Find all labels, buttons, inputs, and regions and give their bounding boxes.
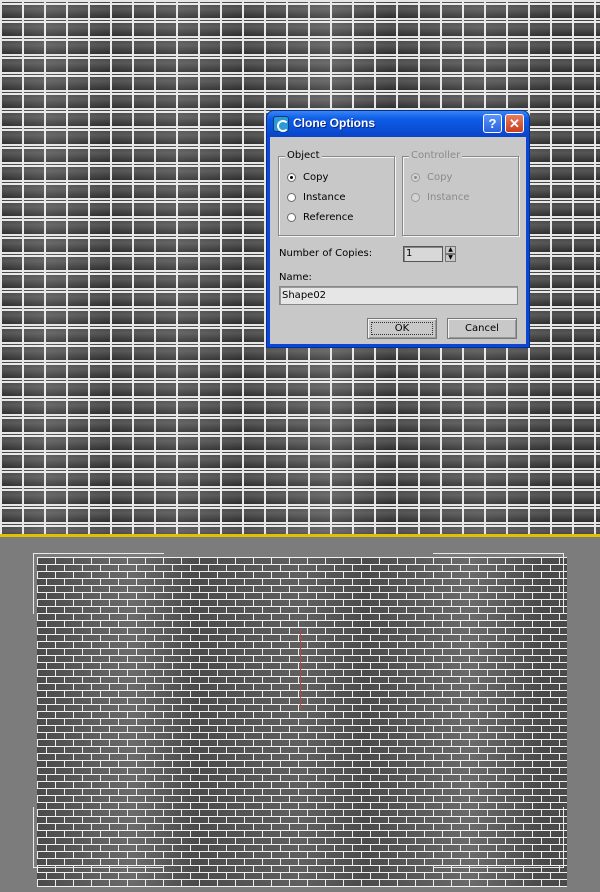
brick-row — [0, 90, 600, 108]
dialog-body: Object Copy Instance Reference Controlle… — [270, 137, 526, 344]
dialog-titlebar[interactable]: Clone Options ? ✕ — [267, 111, 529, 137]
help-button[interactable]: ? — [483, 114, 502, 133]
brick-row — [37, 718, 567, 725]
brick-row — [37, 634, 567, 641]
brick-row — [0, 432, 600, 450]
close-button[interactable]: ✕ — [505, 114, 524, 133]
brick-row — [37, 711, 567, 718]
brick-row — [37, 683, 567, 690]
brick-row — [0, 0, 600, 18]
brick-row — [0, 72, 600, 90]
controller-group: Controller Copy Instance — [402, 150, 519, 236]
app-icon — [273, 116, 289, 132]
object-instance-radio[interactable] — [287, 192, 296, 202]
object-reference-label: Reference — [303, 211, 354, 223]
selection-bracket-top-left — [33, 553, 164, 614]
brick-row — [0, 522, 600, 534]
selection-axis-line — [300, 629, 301, 709]
controller-copy-label: Copy — [427, 171, 453, 183]
name-input[interactable]: Shape02 — [279, 286, 518, 305]
brick-row — [37, 872, 567, 879]
copies-spinner: 1 ▲ ▼ — [403, 246, 457, 262]
brick-row — [37, 732, 567, 739]
object-group-legend: Object — [285, 150, 322, 161]
brick-row — [37, 627, 567, 634]
object-group: Object Copy Instance Reference — [278, 150, 395, 236]
brick-row — [37, 746, 567, 753]
brick-row — [37, 795, 567, 802]
brick-row — [37, 753, 567, 760]
object-reference-radio[interactable] — [287, 212, 296, 222]
brick-row — [37, 655, 567, 662]
brick-row — [37, 774, 567, 781]
brick-row — [0, 450, 600, 468]
brick-row — [0, 504, 600, 522]
object-copy-radio[interactable] — [287, 172, 296, 182]
controller-group-legend: Controller — [409, 150, 463, 161]
controller-instance-option[interactable]: Instance — [411, 190, 470, 204]
brick-row — [37, 879, 567, 886]
controller-copy-option[interactable]: Copy — [411, 170, 452, 184]
brick-row — [0, 360, 600, 378]
brick-row — [37, 690, 567, 697]
clone-options-dialog: Clone Options ? ✕ Object Copy Instance R… — [267, 111, 529, 347]
spinner-up-arrow-icon[interactable]: ▲ — [445, 246, 456, 254]
brick-row — [37, 648, 567, 655]
brick-row — [37, 788, 567, 795]
brick-row — [37, 781, 567, 788]
brick-row — [37, 662, 567, 669]
object-copy-option[interactable]: Copy — [287, 170, 328, 184]
copies-input[interactable]: 1 — [403, 246, 443, 262]
brick-row — [37, 767, 567, 774]
brick-row — [0, 54, 600, 72]
brick-row — [37, 613, 567, 620]
object-instance-label: Instance — [303, 191, 346, 203]
brick-row — [37, 704, 567, 711]
copies-label: Number of Copies: — [279, 248, 373, 259]
brick-row — [37, 676, 567, 683]
controller-instance-label: Instance — [427, 191, 470, 203]
object-copy-label: Copy — [303, 171, 329, 183]
brick-row — [0, 18, 600, 36]
cancel-button[interactable]: Cancel — [447, 318, 517, 339]
selection-bracket-top-right — [433, 553, 564, 614]
object-instance-option[interactable]: Instance — [287, 190, 346, 204]
brick-row — [37, 725, 567, 732]
brick-row — [0, 414, 600, 432]
focus-ring — [371, 322, 433, 335]
object-reference-option[interactable]: Reference — [287, 210, 353, 224]
brick-row — [37, 760, 567, 767]
name-label: Name: — [279, 272, 312, 283]
selection-bracket-bottom-right — [433, 807, 564, 868]
brick-row — [0, 36, 600, 54]
ok-button[interactable]: OK — [367, 318, 437, 339]
selection-bracket-bottom-left — [33, 807, 164, 868]
controller-copy-radio[interactable] — [411, 172, 420, 182]
brick-row — [0, 378, 600, 396]
front-viewport[interactable] — [0, 537, 600, 892]
brick-row — [0, 486, 600, 504]
brick-row — [37, 620, 567, 627]
brick-row — [37, 739, 567, 746]
spinner-down-arrow-icon[interactable]: ▼ — [445, 254, 456, 262]
brick-row — [37, 669, 567, 676]
brick-row — [0, 468, 600, 486]
controller-instance-radio[interactable] — [411, 192, 420, 202]
brick-row — [37, 641, 567, 648]
dialog-title: Clone Options — [293, 116, 375, 130]
brick-row — [37, 697, 567, 704]
brick-row — [0, 396, 600, 414]
